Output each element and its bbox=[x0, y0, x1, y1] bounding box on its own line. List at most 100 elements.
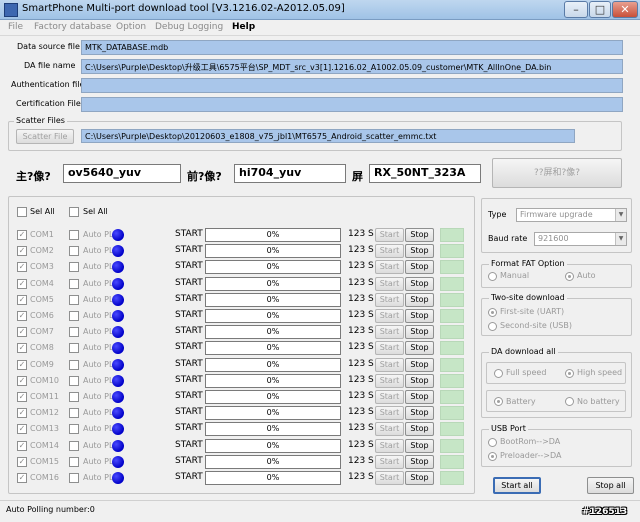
auto-pl-checkbox[interactable] bbox=[69, 473, 79, 483]
stop-button[interactable]: Stop bbox=[405, 277, 434, 291]
start-button[interactable]: Start bbox=[375, 439, 404, 453]
check-screen-camera-button[interactable]: ??屏和?像? bbox=[492, 158, 622, 188]
stop-button[interactable]: Stop bbox=[405, 228, 434, 242]
type-select[interactable]: Firmware upgrade ▼ bbox=[516, 208, 627, 222]
full-speed-radio[interactable] bbox=[494, 369, 503, 378]
com-checkbox[interactable]: ✓ bbox=[17, 343, 27, 353]
auto-pl-checkbox[interactable] bbox=[69, 311, 79, 321]
second-site-radio[interactable] bbox=[488, 322, 497, 331]
stop-button[interactable]: Stop bbox=[405, 439, 434, 453]
data-source-field[interactable]: MTK_DATABASE.mdb bbox=[81, 40, 623, 55]
stop-button[interactable]: Stop bbox=[405, 260, 434, 274]
com-checkbox[interactable]: ✓ bbox=[17, 295, 27, 305]
auto-pl-checkbox[interactable] bbox=[69, 230, 79, 240]
auto-pl-checkbox[interactable] bbox=[69, 392, 79, 402]
auto-pl-checkbox[interactable] bbox=[69, 408, 79, 418]
auto-pl-checkbox[interactable] bbox=[69, 360, 79, 370]
auto-pl-checkbox[interactable] bbox=[69, 262, 79, 272]
da-file-field[interactable]: C:\Users\Purple\Desktop\升级工具\6575平台\SP_M… bbox=[81, 59, 623, 74]
high-speed-radio[interactable] bbox=[565, 369, 574, 378]
com-checkbox[interactable]: ✓ bbox=[17, 392, 27, 402]
com-checkbox[interactable]: ✓ bbox=[17, 262, 27, 272]
com-checkbox[interactable]: ✓ bbox=[17, 230, 27, 240]
start-button[interactable]: Start bbox=[375, 374, 404, 388]
start-button[interactable]: Start bbox=[375, 422, 404, 436]
menu-factory-database[interactable]: Factory database bbox=[34, 22, 111, 32]
stop-button[interactable]: Stop bbox=[405, 293, 434, 307]
start-button[interactable]: Start bbox=[375, 244, 404, 258]
stop-button[interactable]: Stop bbox=[405, 455, 434, 469]
stop-button[interactable]: Stop bbox=[405, 325, 434, 339]
auto-pl-checkbox[interactable] bbox=[69, 424, 79, 434]
preloader-radio[interactable] bbox=[488, 452, 497, 461]
com-checkbox[interactable]: ✓ bbox=[17, 441, 27, 451]
com-checkbox[interactable]: ✓ bbox=[17, 360, 27, 370]
com-checkbox[interactable]: ✓ bbox=[17, 408, 27, 418]
com-checkbox[interactable]: ✓ bbox=[17, 473, 27, 483]
auto-pl-checkbox[interactable] bbox=[69, 327, 79, 337]
com-checkbox[interactable]: ✓ bbox=[17, 279, 27, 289]
com-checkbox[interactable]: ✓ bbox=[17, 376, 27, 386]
com-checkbox[interactable]: ✓ bbox=[17, 457, 27, 467]
auth-file-field[interactable] bbox=[81, 78, 623, 93]
start-button[interactable]: Start bbox=[375, 228, 404, 242]
baud-select[interactable]: 921600 ▼ bbox=[534, 232, 627, 246]
screen-input[interactable]: RX_50NT_323A bbox=[369, 164, 481, 183]
auto-pl-checkbox[interactable] bbox=[69, 343, 79, 353]
auto-pl-checkbox[interactable] bbox=[69, 295, 79, 305]
stop-button[interactable]: Stop bbox=[405, 341, 434, 355]
status-indicator bbox=[440, 244, 464, 258]
start-button[interactable]: Start bbox=[375, 260, 404, 274]
no-battery-radio[interactable] bbox=[565, 397, 574, 406]
stop-button[interactable]: Stop bbox=[405, 358, 434, 372]
auto-pl-checkbox[interactable] bbox=[69, 246, 79, 256]
menu-help[interactable]: Help bbox=[232, 22, 255, 32]
start-button[interactable]: Start bbox=[375, 455, 404, 469]
status-indicator bbox=[440, 422, 464, 436]
menu-file[interactable]: File bbox=[8, 22, 23, 32]
com-checkbox[interactable]: ✓ bbox=[17, 327, 27, 337]
battery-radio[interactable] bbox=[494, 397, 503, 406]
start-all-button[interactable]: Start all bbox=[493, 477, 541, 494]
stop-button[interactable]: Stop bbox=[405, 406, 434, 420]
com-checkbox[interactable]: ✓ bbox=[17, 311, 27, 321]
auto-pl-checkbox[interactable] bbox=[69, 441, 79, 451]
start-button[interactable]: Start bbox=[375, 406, 404, 420]
maximize-button[interactable]: □ bbox=[589, 1, 611, 18]
start-button[interactable]: Start bbox=[375, 325, 404, 339]
start-button[interactable]: Start bbox=[375, 277, 404, 291]
cert-file-field[interactable] bbox=[81, 97, 623, 112]
format-auto-radio[interactable] bbox=[565, 272, 574, 281]
start-button[interactable]: Start bbox=[375, 341, 404, 355]
menu-debug-logging[interactable]: Debug Logging bbox=[155, 22, 223, 32]
menu-option[interactable]: Option bbox=[116, 22, 146, 32]
stop-all-button[interactable]: Stop all bbox=[587, 477, 634, 494]
main-camera-input[interactable]: ov5640_yuv bbox=[63, 164, 181, 183]
auto-pl-checkbox[interactable] bbox=[69, 376, 79, 386]
stop-button[interactable]: Stop bbox=[405, 309, 434, 323]
format-manual-radio[interactable] bbox=[488, 272, 497, 281]
minimize-button[interactable]: – bbox=[564, 1, 588, 18]
start-button[interactable]: Start bbox=[375, 358, 404, 372]
start-button[interactable]: Start bbox=[375, 390, 404, 404]
stop-button[interactable]: Stop bbox=[405, 471, 434, 485]
first-site-radio[interactable] bbox=[488, 308, 497, 317]
stop-button[interactable]: Stop bbox=[405, 422, 434, 436]
com-checkbox[interactable]: ✓ bbox=[17, 424, 27, 434]
auto-pl-checkbox[interactable] bbox=[69, 279, 79, 289]
sel-all-auto-checkbox[interactable] bbox=[69, 207, 79, 217]
stop-button[interactable]: Stop bbox=[405, 374, 434, 388]
start-button[interactable]: Start bbox=[375, 471, 404, 485]
front-camera-input[interactable]: hi704_yuv bbox=[234, 164, 346, 183]
scatter-file-button[interactable]: Scatter File bbox=[16, 129, 74, 144]
bootrom-radio[interactable] bbox=[488, 438, 497, 447]
close-button[interactable]: ✕ bbox=[612, 1, 638, 18]
auto-pl-checkbox[interactable] bbox=[69, 457, 79, 467]
stop-button[interactable]: Stop bbox=[405, 244, 434, 258]
com-checkbox[interactable]: ✓ bbox=[17, 246, 27, 256]
sel-all-checkbox[interactable] bbox=[17, 207, 27, 217]
stop-button[interactable]: Stop bbox=[405, 390, 434, 404]
start-button[interactable]: Start bbox=[375, 293, 404, 307]
start-button[interactable]: Start bbox=[375, 309, 404, 323]
scatter-file-field[interactable]: C:\Users\Purple\Desktop\20120603_e1808_v… bbox=[81, 129, 575, 143]
